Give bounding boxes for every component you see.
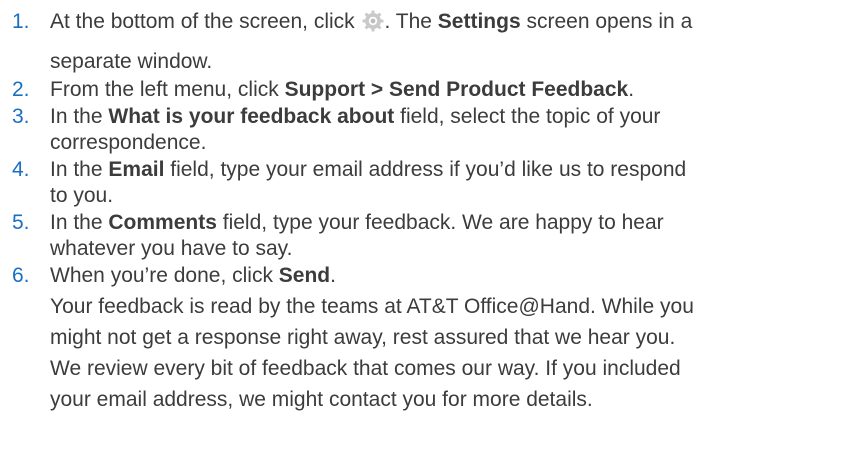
step-number: 4. [12,158,30,181]
step-text: screen opens in a [520,10,693,33]
step-number: 5. [12,211,30,234]
step-text: In the [50,211,109,234]
step-4: 4. In the Email field, type your email a… [0,157,850,209]
step-number: 1. [12,10,30,33]
note-line: Your feedback is read by the teams at AT… [50,295,694,318]
step-number: 3. [12,105,30,128]
step-text: In the [50,158,109,181]
step-text: In the [50,105,109,128]
field-label: Comments [108,211,217,234]
step-number: 6. [12,264,30,287]
step-1: 1. At the bottom of the screen, click . … [0,8,850,76]
step-3: 3. In the What is your feedback about fi… [0,104,850,156]
step-text-continued: whatever you have to say. [50,237,293,260]
note-line: your email address, we might contact you… [50,388,593,411]
feedback-note: Your feedback is read by the teams at AT… [50,291,850,415]
step-text: . The [384,10,438,33]
step-2: 2. From the left menu, click Support > S… [0,77,850,103]
step-text: When you’re done, click [50,264,279,287]
step-text: From the left menu, click [50,78,285,101]
gear-icon [362,10,384,32]
step-text: At the bottom of the screen, click [50,10,361,33]
settings-label: Settings [437,10,521,33]
step-number: 2. [12,78,30,101]
menu-path-label: Support > Send Product Feedback [284,78,629,101]
field-label: What is your feedback about [108,105,395,128]
note-line: We review every bit of feedback that com… [50,357,681,380]
note-line: might not get a response right away, res… [50,326,676,349]
step-text-continued: separate window. [50,50,213,73]
step-6: 6. When you’re done, click Send. Your fe… [0,263,850,415]
step-text: field, type your email address if you’d … [164,158,687,181]
instruction-list: 1. At the bottom of the screen, click . … [0,0,850,415]
send-label: Send [278,264,331,287]
step-text: . [330,264,336,287]
step-text: . [628,78,635,101]
step-5: 5. In the Comments field, type your feed… [0,210,850,262]
step-text: field, type your feedback. We are happy … [216,211,664,234]
field-label: Email [108,158,165,181]
step-text: field, select the topic of your [394,105,661,128]
step-text-continued: correspondence. [50,131,207,154]
step-text-continued: to you. [50,184,114,207]
